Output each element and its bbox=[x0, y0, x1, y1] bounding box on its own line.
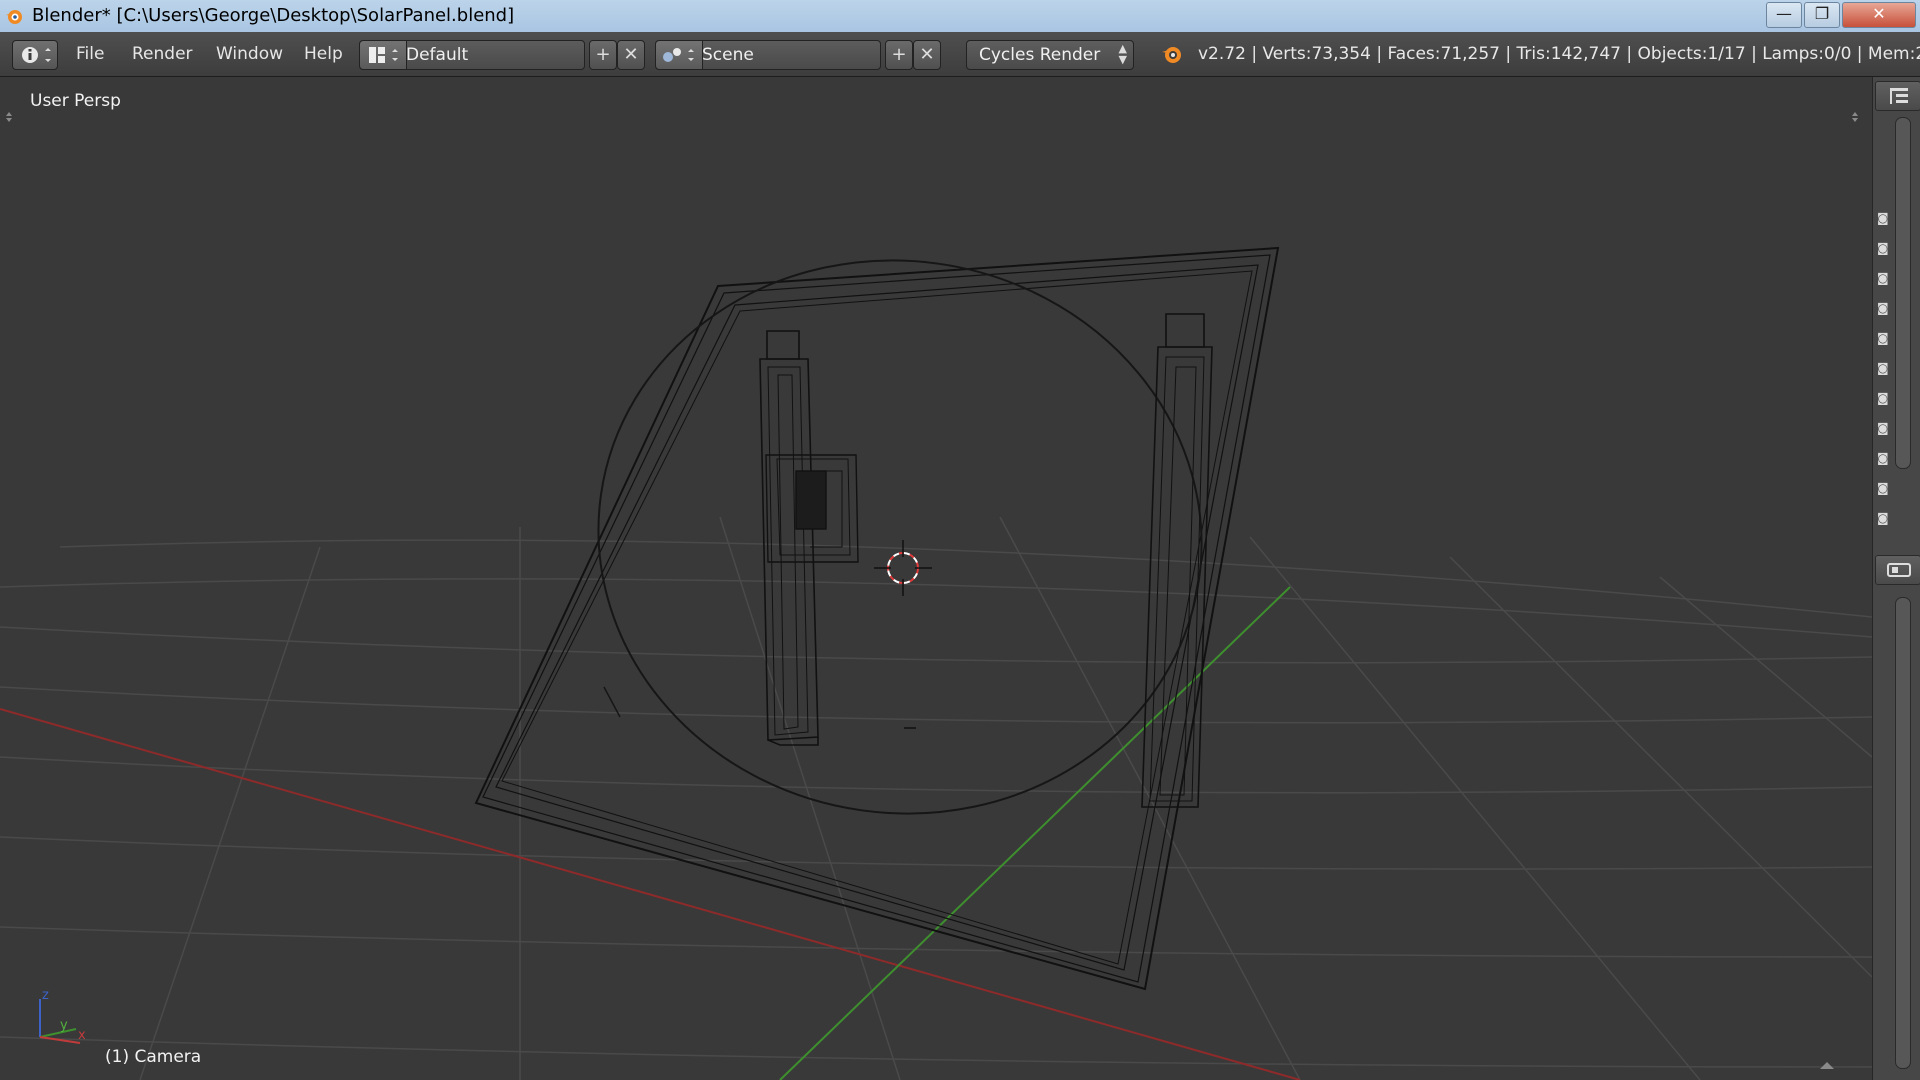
scene-icon bbox=[656, 41, 703, 69]
y-axis-label: y bbox=[60, 1018, 68, 1033]
menu-file[interactable]: File bbox=[76, 44, 104, 64]
screen-layout-icon bbox=[360, 41, 407, 69]
minimize-button[interactable]: — bbox=[1766, 2, 1802, 28]
camera-icon[interactable]: ◙ bbox=[1877, 302, 1891, 314]
scene-statistics: v2.72 | Verts:73,354 | Faces:71,257 | Tr… bbox=[1198, 44, 1920, 64]
camera-icon[interactable]: ◙ bbox=[1877, 512, 1891, 524]
circular-outline bbox=[597, 259, 1203, 815]
outliner-header[interactable] bbox=[1875, 81, 1920, 111]
camera-icon[interactable]: ◙ bbox=[1877, 392, 1891, 404]
info-header: File Render Window Help Default + ✕ Scen… bbox=[0, 32, 1920, 77]
camera-icon[interactable]: ◙ bbox=[1877, 272, 1891, 284]
camera-icon[interactable]: ◙ bbox=[1877, 212, 1891, 224]
remove-scene-button[interactable]: ✕ bbox=[913, 40, 941, 70]
blender-logo-icon bbox=[6, 10, 22, 24]
close-button[interactable]: ✕ bbox=[1842, 2, 1916, 28]
blender-logo-icon bbox=[1162, 47, 1181, 63]
menu-help[interactable]: Help bbox=[304, 44, 343, 64]
area-corner-widgets[interactable] bbox=[6, 112, 1858, 1069]
menu-render[interactable]: Render bbox=[132, 44, 193, 64]
maximize-button[interactable]: ❐ bbox=[1804, 2, 1840, 28]
right-side-panel: ◙ ◙ ◙ ◙ ◙ ◙ ◙ ◙ ◙ ◙ ◙ bbox=[1872, 77, 1920, 1080]
editor-type-selector[interactable] bbox=[12, 40, 58, 70]
view-perspective-label: User Persp bbox=[30, 91, 121, 111]
camera-icon[interactable]: ◙ bbox=[1877, 242, 1891, 254]
z-axis-label: z bbox=[42, 988, 49, 1003]
scene-name: Scene bbox=[702, 45, 754, 65]
render-engine-value: Cycles Render bbox=[979, 45, 1101, 65]
camera-icon[interactable]: ◙ bbox=[1877, 362, 1891, 374]
info-icon bbox=[22, 47, 51, 63]
add-layout-button[interactable]: + bbox=[589, 40, 617, 70]
window-title: Blender* [C:\Users\George\Desktop\SolarP… bbox=[32, 5, 515, 26]
outliner-scrollbar[interactable] bbox=[1895, 117, 1911, 469]
3d-viewport[interactable]: z y x User Persp (1) Camera bbox=[0, 77, 1872, 1080]
camera-icon[interactable]: ◙ bbox=[1877, 452, 1891, 464]
screen-layout-name: Default bbox=[406, 45, 469, 65]
properties-scrollbar[interactable] bbox=[1895, 597, 1911, 1069]
axis-gizmo: z y x bbox=[39, 988, 86, 1044]
left-post[interactable] bbox=[759, 330, 819, 746]
camera-icon[interactable]: ◙ bbox=[1877, 482, 1891, 494]
scene-field[interactable]: Scene bbox=[655, 40, 881, 70]
screen-layout-field[interactable]: Default bbox=[359, 40, 585, 70]
active-object-label: (1) Camera bbox=[105, 1047, 202, 1067]
remove-layout-button[interactable]: ✕ bbox=[617, 40, 645, 70]
floor-grid bbox=[0, 516, 1872, 1080]
render-engine-select[interactable]: Cycles Render ▲ ▼ bbox=[966, 40, 1134, 70]
outliner-icon bbox=[1890, 88, 1908, 104]
x-axis-label: x bbox=[78, 1028, 86, 1043]
viewport-scene[interactable]: z y x bbox=[0, 77, 1872, 1080]
camera-icon[interactable]: ◙ bbox=[1877, 422, 1891, 434]
properties-header[interactable] bbox=[1875, 555, 1920, 585]
properties-icon bbox=[1887, 563, 1911, 577]
window-titlebar: Blender* [C:\Users\George\Desktop\SolarP… bbox=[0, 0, 1920, 32]
chevron-updown-icon: ▲ ▼ bbox=[1118, 42, 1127, 66]
camera-icon[interactable]: ◙ bbox=[1877, 332, 1891, 344]
menu-window[interactable]: Window bbox=[216, 44, 283, 64]
add-scene-button[interactable]: + bbox=[885, 40, 913, 70]
